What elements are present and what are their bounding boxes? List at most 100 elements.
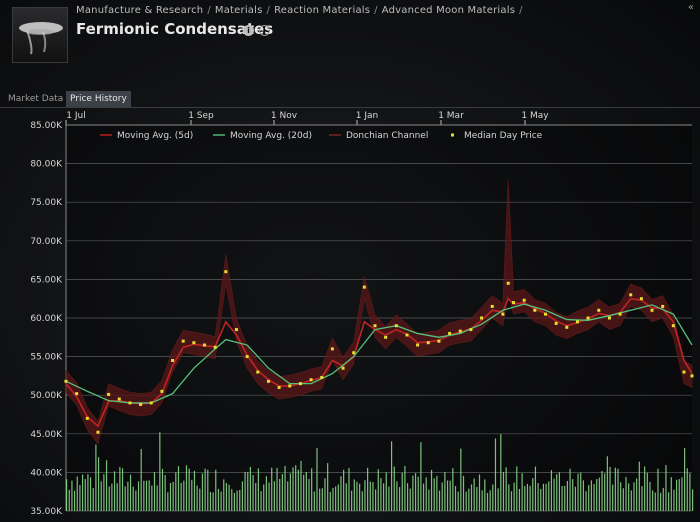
volume-bar: [351, 490, 353, 511]
breadcrumb-item[interactable]: Reaction Materials: [274, 5, 370, 16]
x-tick-label: 1 Jul: [66, 111, 85, 121]
volume-bar: [489, 490, 491, 511]
volume-bar: [252, 475, 254, 511]
volume-bar: [183, 480, 185, 511]
median-price-point: [506, 281, 510, 285]
volume-bar: [686, 468, 688, 511]
median-price-point: [618, 312, 622, 316]
volume-bar: [231, 489, 233, 511]
volume-bar: [265, 476, 267, 511]
volume-bar: [73, 490, 76, 511]
volume-bar: [446, 480, 449, 511]
volume-bar: [329, 492, 331, 511]
volume-bar: [644, 466, 646, 511]
volume-bar: [676, 479, 678, 511]
median-price-point: [181, 339, 185, 343]
median-price-point: [160, 389, 164, 393]
volume-bar: [145, 480, 148, 511]
volume-bar: [526, 483, 529, 511]
volume-bar: [321, 488, 323, 511]
volume-bar: [561, 485, 563, 511]
volume-bar: [180, 482, 182, 511]
volume-bar: [497, 488, 499, 511]
breadcrumb: Manufacture & Research / Materials / Reactio…: [76, 5, 523, 16]
median-price-point: [192, 341, 196, 345]
median-price-point: [128, 401, 132, 405]
y-tick-label: 35.00K: [30, 507, 63, 517]
legend-label: Median Day Price: [464, 131, 543, 141]
median-price-point: [277, 385, 281, 389]
y-tick-label: 80.00K: [30, 160, 63, 170]
median-price-point: [213, 345, 217, 349]
collapse-icon[interactable]: «: [688, 2, 694, 13]
volume-bar: [305, 471, 307, 511]
info-icon[interactable]: i: [243, 25, 254, 36]
volume-bar: [513, 482, 515, 511]
volume-bar: [281, 474, 283, 511]
volume-bar: [401, 472, 403, 511]
volume-bar: [79, 485, 81, 511]
median-price-point: [565, 325, 569, 329]
volume-bar: [457, 491, 459, 511]
item-thumbnail[interactable]: [12, 7, 68, 63]
volume-bar: [143, 480, 145, 511]
breadcrumb-item[interactable]: Materials: [215, 5, 263, 16]
median-price-point: [256, 370, 260, 374]
volume-bar: [297, 469, 299, 511]
volume-bar: [287, 481, 289, 511]
volume-bar: [460, 448, 462, 511]
volume-bar: [668, 492, 670, 511]
volume-bar: [257, 468, 259, 511]
median-price-point: [554, 321, 558, 325]
volume-bar: [127, 481, 129, 511]
median-price-point: [107, 392, 111, 396]
volume-bar: [185, 465, 188, 511]
median-price-point: [245, 355, 249, 359]
median-price-point: [309, 378, 313, 382]
volume-bar: [140, 449, 142, 511]
tab-price-history[interactable]: Price History: [66, 91, 131, 107]
median-price-point: [352, 351, 356, 355]
volume-bar: [105, 460, 108, 511]
volume-bar: [449, 480, 451, 511]
volume-bar: [524, 486, 526, 511]
volume-bar: [582, 480, 584, 511]
breadcrumb-item[interactable]: Advanced Moon Materials: [382, 5, 515, 16]
median-price-point: [224, 270, 228, 274]
volume-bar: [481, 490, 483, 511]
volume-bar: [622, 488, 624, 511]
y-tick-label: 65.00K: [30, 275, 63, 285]
eye-icon[interactable]: [259, 25, 270, 36]
median-price-point: [458, 329, 462, 333]
breadcrumb-item[interactable]: Manufacture & Research: [76, 5, 203, 16]
median-price-point: [75, 392, 79, 396]
volume-bar: [430, 469, 433, 511]
price-history-chart[interactable]: 85.00K 80.00K 75.00K 70.00K 65.00K 60.00K 55.0…: [0, 108, 700, 522]
median-price-point: [490, 304, 494, 308]
volume-bar: [590, 480, 592, 511]
volume-bar: [276, 467, 278, 511]
x-tick-label: 1 Nov: [271, 111, 298, 121]
volume-bar: [678, 479, 680, 511]
volume-bar: [393, 466, 395, 511]
volume-bar: [486, 492, 489, 511]
x-tick-label: 1 Jan: [356, 111, 378, 121]
volume-bar: [382, 483, 385, 511]
volume-bar: [422, 483, 425, 511]
volume-bar: [569, 468, 571, 511]
y-tick-label: 40.00K: [30, 468, 63, 478]
y-tick-label: 85.00K: [30, 121, 63, 131]
volume-bar: [263, 484, 265, 511]
volume-bar: [574, 486, 576, 511]
volume-bar: [438, 490, 441, 511]
median-price-point: [320, 375, 324, 379]
volume-bar: [361, 491, 363, 511]
legend-label: Donchian Channel: [346, 131, 428, 141]
volume-bar: [225, 483, 228, 511]
volume-bar: [188, 468, 190, 511]
tab-market-data[interactable]: Market Data: [4, 91, 67, 107]
volume-bar: [425, 477, 427, 511]
volume-bar: [215, 469, 217, 511]
volume-bar: [441, 482, 443, 511]
median-price-point: [149, 401, 153, 405]
